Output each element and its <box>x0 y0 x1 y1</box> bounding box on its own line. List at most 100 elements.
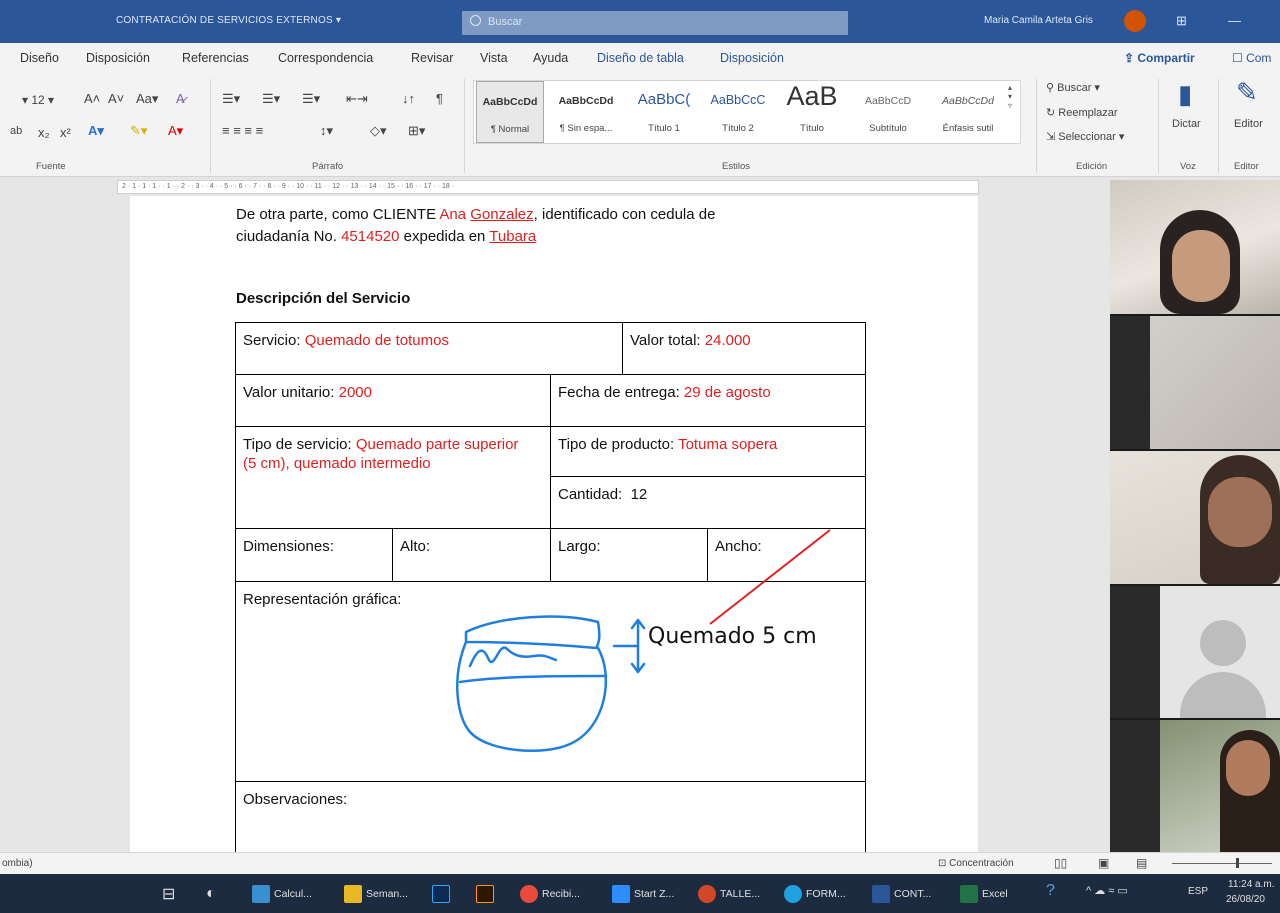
clock-time[interactable]: 11:24 a.m. <box>1228 879 1275 890</box>
video-participant-1[interactable] <box>1110 180 1280 314</box>
taskbar-item-illustrator[interactable] <box>476 884 494 904</box>
taskbar-item-zoom[interactable]: Start Z... <box>612 884 674 904</box>
line-spacing-icon[interactable]: ↕▾ <box>320 123 333 139</box>
numbering-icon[interactable]: ☰▾ <box>262 91 280 107</box>
task-view-icon[interactable]: ⊟ <box>162 884 175 904</box>
taskbar-label: Calcul... <box>274 888 312 900</box>
borders-icon[interactable]: ⊞▾ <box>408 123 425 139</box>
replace-button[interactable]: ↻ Reemplazar <box>1046 106 1118 119</box>
shading-icon[interactable]: ◇▾ <box>370 123 387 139</box>
styles-gallery: AaBbCcDd ¶ Normal AaBbCcDd ¶ Sin espa...… <box>473 80 1021 144</box>
taskbar-item-recibi[interactable]: Recibi... <box>520 884 580 904</box>
document-page[interactable]: De otra parte, como CLIENTE Ana Gonzalez… <box>130 196 978 861</box>
highlight-icon[interactable]: ✎▾ <box>130 123 147 139</box>
video-participant-2[interactable] <box>1110 316 1280 449</box>
participant-edge <box>1110 316 1150 449</box>
taskbar-item-talle[interactable]: TALLE... <box>698 884 760 904</box>
tab-layout[interactable]: Disposición <box>86 51 150 65</box>
multilevel-icon[interactable]: ☰▾ <box>302 91 320 107</box>
style-no-spacing[interactable]: AaBbCcDd ¶ Sin espa... <box>552 81 620 143</box>
dictate-button[interactable]: Dictar <box>1172 118 1201 130</box>
taskbar-item-calc[interactable]: Calcul... <box>252 884 312 904</box>
style-subtle-emphasis[interactable]: AaBbCcDd Énfasis sutil <box>930 81 1006 143</box>
zoom-thumb[interactable] <box>1236 858 1239 868</box>
tray-icons[interactable]: ^ ☁ ≈ ▭ <box>1086 884 1128 897</box>
align-icons[interactable]: ≡ ≡ ≡ ≡ <box>222 123 263 138</box>
font-color-icon[interactable]: A▾ <box>168 123 183 139</box>
user-avatar[interactable] <box>1124 10 1146 32</box>
taskbar-item-excel[interactable]: Excel <box>960 884 1008 904</box>
horizontal-ruler[interactable]: 2 · 1 · 1 · 1 · · 1 · · 2 · · 3 · · 4 · … <box>117 180 979 194</box>
microphone-icon[interactable]: ▮ <box>1178 79 1192 110</box>
style-title[interactable]: AaB Título <box>778 81 846 143</box>
status-bar: ombia) ⊡ Concentración ▯▯ ▣ ▤ <box>0 852 1280 874</box>
read-mode-icon[interactable]: ▯▯ <box>1054 856 1067 870</box>
editor-pen-icon[interactable]: ✎ <box>1236 77 1258 108</box>
clear-format-icon[interactable]: A̷ <box>176 91 185 106</box>
sort-icon[interactable]: ↓↑ <box>402 91 415 106</box>
excel-app-icon <box>960 885 978 903</box>
change-case-icon[interactable]: Aa▾ <box>136 91 158 107</box>
calculator-app-icon <box>252 885 270 903</box>
indent-icon[interactable]: ⇤⇥ <box>346 91 368 107</box>
style-subtitle[interactable]: AaBbCcD Subtítulo <box>854 81 922 143</box>
font-size-select[interactable]: ▾ 12 ▾ <box>22 93 54 107</box>
bullets-icon[interactable]: ☰▾ <box>222 91 240 107</box>
ribbon-display-icon[interactable]: ⊞ <box>1176 13 1187 29</box>
print-layout-icon[interactable]: ▣ <box>1098 856 1109 870</box>
tab-table-design[interactable]: Diseño de tabla <box>597 51 684 65</box>
comments-button[interactable]: ☐ Com <box>1232 51 1271 65</box>
avatar-placeholder-head <box>1200 620 1246 666</box>
text-effects-icon[interactable]: A▾ <box>88 123 104 139</box>
zoom-slider[interactable] <box>1172 863 1272 864</box>
folder-app-icon <box>344 885 362 903</box>
minimize-icon[interactable]: — <box>1228 13 1241 28</box>
tab-references[interactable]: Referencias <box>182 51 249 65</box>
tab-help[interactable]: Ayuda <box>533 51 568 65</box>
video-participant-4[interactable] <box>1110 586 1280 718</box>
pilcrow-icon[interactable]: ¶ <box>436 91 443 106</box>
taskbar-item-seman[interactable]: Seman... <box>344 884 408 904</box>
web-layout-icon[interactable]: ▤ <box>1136 856 1147 870</box>
style-preview: AaB <box>786 81 838 111</box>
style-heading1[interactable]: AaBbC( Título 1 <box>630 81 698 143</box>
annotation-text: Quemado 5 cm <box>648 624 817 649</box>
styles-scroll-icon[interactable]: ▴ ▾ ▿ <box>1008 83 1012 110</box>
pot-sketch <box>456 529 831 752</box>
tab-mailings[interactable]: Correspondencia <box>278 51 373 65</box>
browser-icon[interactable]: ◐ <box>206 884 216 904</box>
taskbar-item-cont[interactable]: CONT... <box>872 884 931 904</box>
tab-table-layout[interactable]: Disposición <box>720 51 784 65</box>
video-participant-5[interactable] <box>1110 720 1280 852</box>
find-button[interactable]: ⚲ Buscar ▾ <box>1046 81 1100 94</box>
editor-button[interactable]: Editor <box>1234 118 1263 130</box>
grow-font-icon[interactable]: A˄ <box>84 91 100 106</box>
tab-view[interactable]: Vista <box>480 51 508 65</box>
taskbar-item-form[interactable]: FORM... <box>784 884 846 904</box>
style-heading2[interactable]: AaBbCcC Título 2 <box>704 81 772 143</box>
tab-review[interactable]: Revisar <box>411 51 453 65</box>
taskbar-item-photoshop[interactable] <box>432 884 450 904</box>
sketch-rim <box>464 615 601 650</box>
clock-date[interactable]: 26/08/20 <box>1226 894 1265 905</box>
select-button[interactable]: ⇲ Seleccionar ▾ <box>1046 130 1124 143</box>
superscript-icon[interactable]: x² <box>60 125 71 140</box>
style-normal[interactable]: AaBbCcDd ¶ Normal <box>476 81 544 143</box>
help-icon[interactable]: ? <box>1046 882 1055 900</box>
subscript-icon[interactable]: x₂ <box>38 125 50 140</box>
shrink-font-icon[interactable]: A˅ <box>108 91 124 106</box>
editor-group-label: Editor <box>1234 161 1259 172</box>
style-preview: AaBbCcDd <box>558 95 614 107</box>
style-name: Título 1 <box>648 123 680 134</box>
tab-design[interactable]: Diseño <box>20 51 59 65</box>
user-name[interactable]: Maria Camila Arteta Gris <box>984 15 1093 26</box>
document-title[interactable]: CONTRATACIÓN DE SERVICIOS EXTERNOS ▾ <box>116 15 341 26</box>
share-button[interactable]: ⇪ Compartir <box>1124 51 1195 65</box>
strikethrough-icon[interactable]: ab <box>10 125 22 137</box>
language-status[interactable]: ombia) <box>2 858 33 869</box>
focus-mode-button[interactable]: ⊡ Concentración <box>938 858 1014 869</box>
annotation-line <box>709 529 831 625</box>
video-participant-3[interactable] <box>1110 451 1280 584</box>
input-language[interactable]: ESP <box>1188 886 1208 897</box>
search-box[interactable]: Buscar <box>462 11 848 35</box>
